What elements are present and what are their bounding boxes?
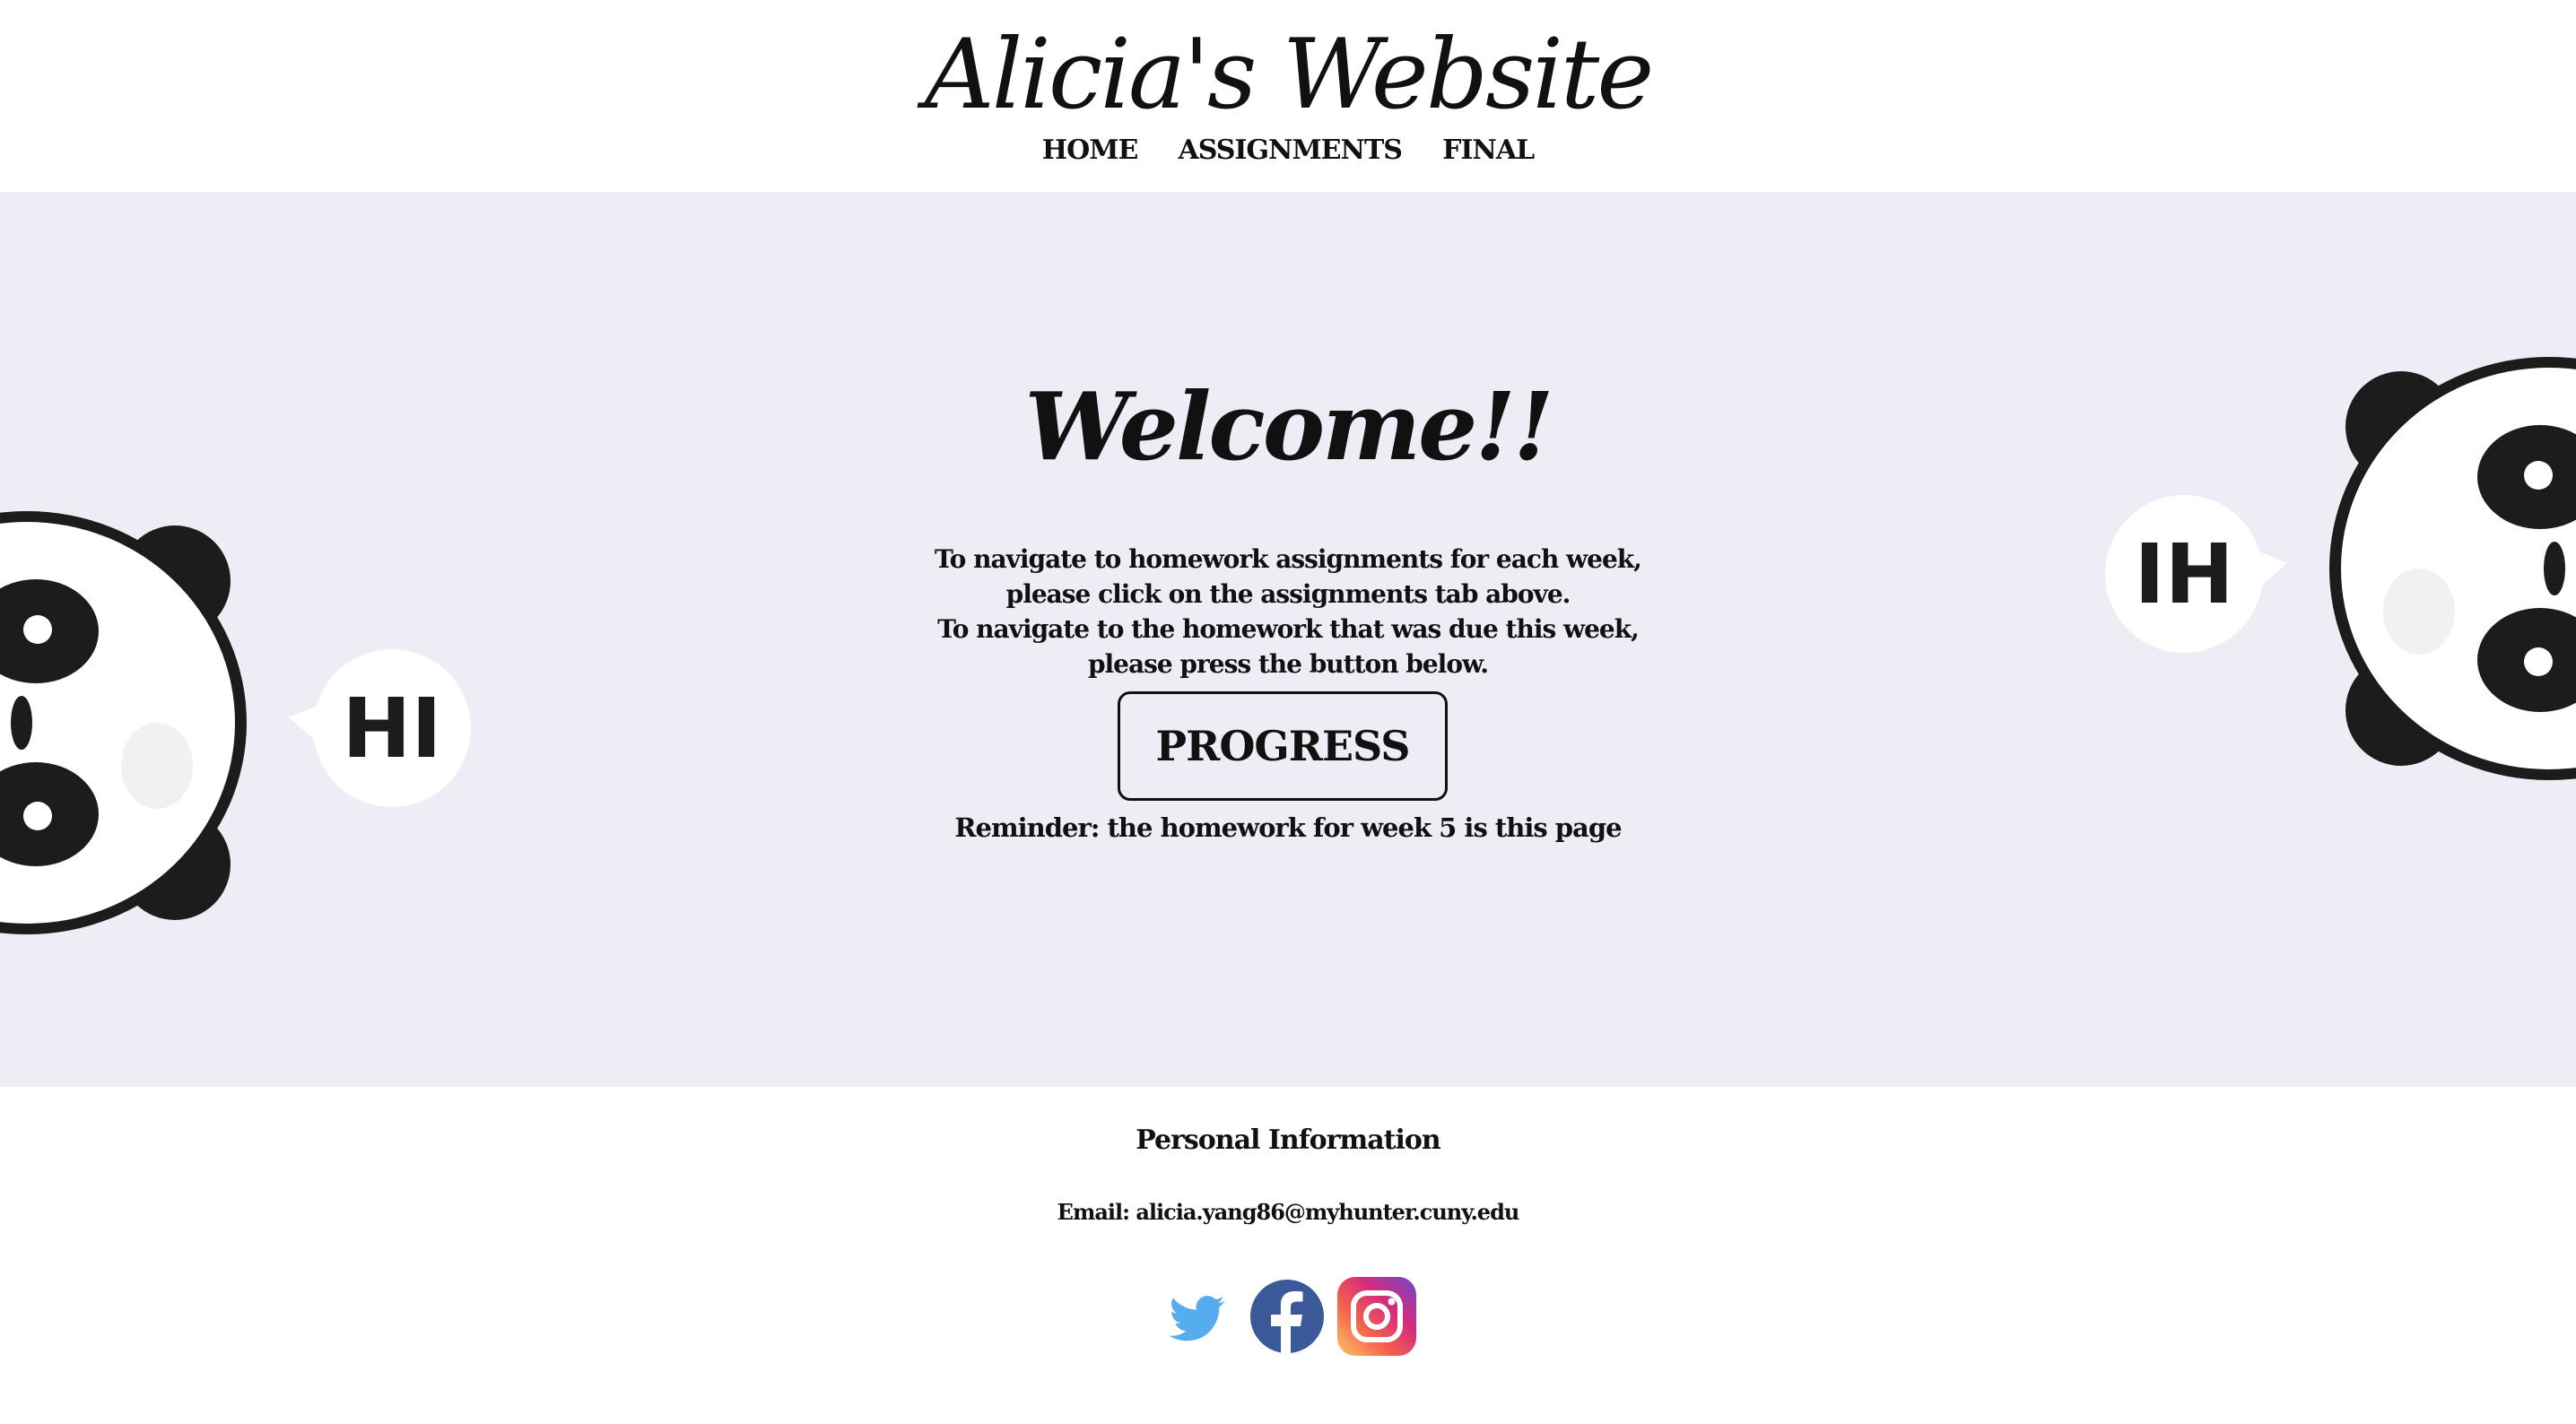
personal-info-heading: Personal Information: [1136, 1124, 1440, 1156]
social-links: [0, 1275, 2576, 1358]
hero-section: HI HI Welcome!! To navigate to homework …: [0, 192, 2576, 1087]
nav-assignments[interactable]: ASSIGNMENTS: [1178, 135, 1403, 166]
welcome-heading: Welcome!!: [1024, 371, 1553, 482]
intro-text: To navigate to homework assignments for …: [0, 542, 2576, 682]
main-nav: HOME ASSIGNMENTS FINAL: [0, 135, 2576, 166]
email-text: Email: alicia.yang86@myhunter.cuny.edu: [1057, 1199, 1520, 1225]
instagram-icon[interactable]: [1336, 1275, 1418, 1358]
site-header: Alicia's Website HOME ASSIGNMENTS FINAL: [0, 0, 2576, 192]
intro-line: To navigate to the homework that was due…: [937, 614, 1640, 644]
twitter-icon[interactable]: [1158, 1276, 1239, 1357]
left-bubble-text: HI: [342, 681, 441, 777]
reminder-text: Reminder: the homework for week 5 is thi…: [954, 812, 1622, 843]
facebook-icon[interactable]: [1249, 1278, 1326, 1355]
intro-line: To navigate to homework assignments for …: [935, 544, 1642, 574]
intro-line: please click on the assignments tab abov…: [1005, 579, 1571, 609]
site-title: Alicia's Website: [924, 19, 1654, 131]
nav-final[interactable]: FINAL: [1442, 135, 1535, 166]
site-footer: Personal Information Email: alicia.yang8…: [0, 1087, 2576, 1424]
progress-button[interactable]: PROGRESS: [1118, 691, 1448, 801]
nav-home[interactable]: HOME: [1042, 135, 1139, 166]
intro-line: please press the button below.: [1087, 649, 1489, 679]
